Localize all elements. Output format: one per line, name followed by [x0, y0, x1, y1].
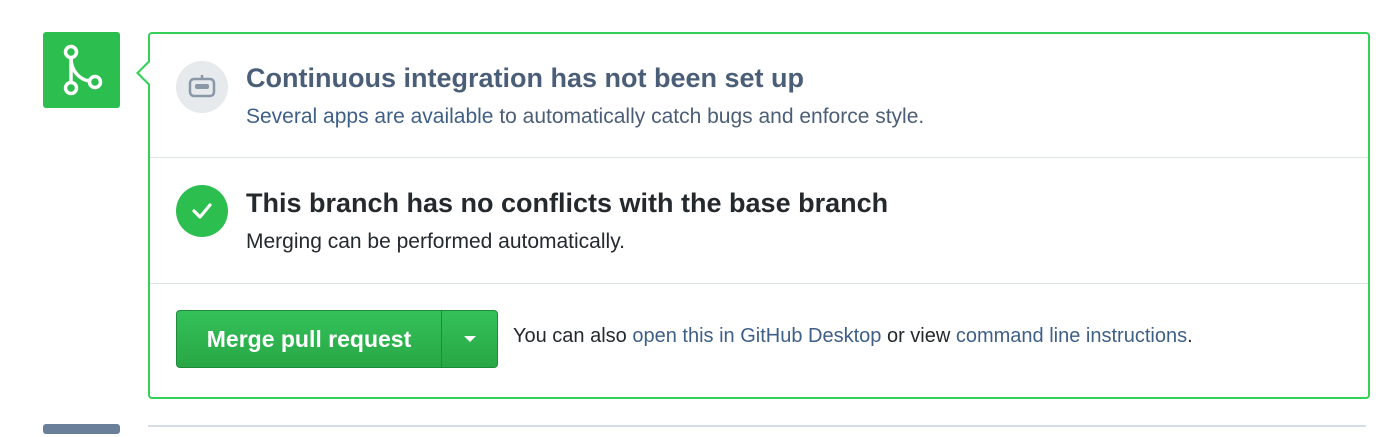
ci-subtitle: Several apps are available to automatica…: [246, 105, 924, 129]
check-icon: [176, 185, 228, 237]
merge-status-badge: [43, 32, 120, 108]
open-in-desktop-link[interactable]: open this in GitHub Desktop: [632, 325, 881, 347]
merge-method-dropdown-button[interactable]: [441, 310, 498, 368]
merge-pull-request-button[interactable]: Merge pull request: [176, 310, 441, 368]
apps-available-link[interactable]: Several apps are available: [246, 105, 494, 128]
conflicts-subtitle: Merging can be performed automatically.: [246, 230, 625, 253]
next-timeline-box: [148, 425, 1366, 437]
merge-action-section: Merge pull request You can also open thi…: [150, 284, 1368, 393]
alternative-options-text: You can also open this in GitHub Desktop…: [513, 325, 1193, 347]
merge-button-group: Merge pull request: [176, 310, 498, 368]
git-merge-icon: [63, 44, 102, 96]
merge-box: Continuous integration has not been set …: [136, 32, 1370, 399]
conflicts-section: This branch has no conflicts with the ba…: [150, 158, 1368, 284]
next-timeline-badge: [43, 424, 120, 434]
conflicts-title: This branch has no conflicts with the ba…: [246, 188, 889, 218]
ci-robot-icon: [176, 61, 228, 113]
caret-down-icon: [463, 336, 476, 342]
ci-section: Continuous integration has not been set …: [150, 34, 1368, 158]
ci-title: Continuous integration has not been set …: [246, 63, 804, 93]
ci-subtitle-text: to automatically catch bugs and enforce …: [493, 105, 925, 128]
command-line-instructions-link[interactable]: command line instructions: [956, 325, 1187, 347]
